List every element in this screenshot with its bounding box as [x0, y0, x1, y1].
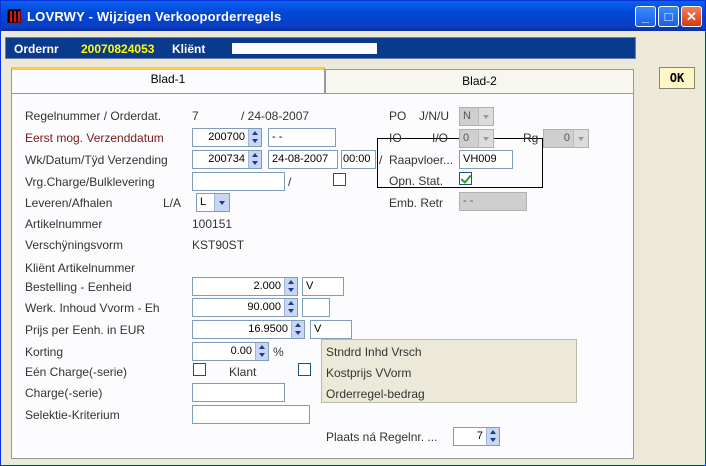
korting-label: Korting [25, 345, 64, 359]
orderdat-value: / 24-08-2007 [241, 109, 310, 123]
ok-button[interactable]: OK [659, 67, 695, 89]
totals-info-box: Stndrd Inhd Vrsch Kostprijs VVorm Orderr… [321, 339, 577, 403]
io-select[interactable]: 0 [459, 129, 494, 148]
vrg-charge-label: Vrg.Charge/Bulklevering [25, 175, 155, 189]
emb-retr-label: Emb. Retr [389, 196, 444, 210]
wk-time-input[interactable]: 00:00 [341, 150, 376, 169]
charge-serie-label: Charge(-serie) [25, 386, 103, 400]
po-select[interactable]: N [459, 107, 494, 126]
close-button[interactable]: ✕ [681, 6, 702, 27]
prijs-label: Prijs per Eenh. in EUR [25, 323, 146, 337]
spinner-icon[interactable] [255, 343, 268, 360]
werk-inhoud-unit-input[interactable] [302, 298, 330, 317]
selektie-input[interactable] [192, 405, 310, 424]
order-number-value: 20070824053 [81, 42, 155, 56]
title-bar[interactable]: LOVRWY - Wijzigen Verkooporderregels _ □… [1, 1, 705, 31]
artikelnummer-value: 100151 [192, 217, 233, 231]
rg-select[interactable]: 0 [543, 129, 589, 148]
bestelling-label: Bestelling - Eenheid [25, 280, 132, 294]
opn-stat-label: Opn. Stat. [389, 174, 444, 188]
bestelling-unit-input[interactable]: V [302, 277, 344, 296]
klant-checkbox[interactable] [298, 363, 311, 376]
leveren-afhalen-label: Leveren/Afhalen [25, 196, 113, 210]
prijs-unit-input[interactable]: V [310, 320, 352, 339]
een-charge-checkbox[interactable] [193, 363, 206, 376]
kostprijs-label: Kostprijs VVorm [326, 366, 412, 380]
spinner-icon[interactable] [248, 151, 261, 168]
chevron-down-icon[interactable] [478, 130, 493, 147]
werk-inhoud-input[interactable]: 90.000 [192, 298, 298, 317]
window-title: LOVRWY - Wijzigen Verkooporderregels [27, 9, 282, 24]
emb-retr-field: - - [459, 192, 527, 211]
tab-blad-1[interactable]: Blad-1 [11, 67, 325, 93]
app-window: LOVRWY - Wijzigen Verkooporderregels _ □… [0, 0, 706, 466]
regelnummer-value: 7 [192, 109, 199, 123]
la-select[interactable]: L [196, 193, 230, 212]
korting-input[interactable]: 0.00 [192, 342, 269, 361]
eerst-mog-date-input[interactable]: - - [268, 128, 336, 147]
io-label: IO [389, 131, 402, 145]
tab-blad-2[interactable]: Blad-2 [325, 69, 634, 93]
spinner-icon[interactable] [284, 278, 297, 295]
klant-label: Klant [229, 365, 257, 379]
app-logo-icon [7, 9, 21, 23]
la-label: L/A [163, 196, 182, 210]
artikelnummer-label: Artikelnummer [25, 217, 103, 231]
een-charge-label: Eén Charge(-serie) [25, 365, 128, 379]
order-header: Ordernr 20070824053 Kliënt [5, 37, 636, 59]
klient-artikel-label: Kliënt Artikelnummer [25, 261, 136, 275]
rg-label: Rg [523, 131, 539, 145]
client-label: Kliënt [172, 42, 206, 56]
wk-datum-label: Wk/Datum/Tÿd Verzending [25, 153, 168, 167]
regelnummer-label: Regelnummer / Orderdat. [25, 109, 162, 123]
korting-percent: % [273, 345, 284, 359]
io-slash-label: I/O [432, 131, 449, 145]
vrg-slash: / [288, 175, 292, 189]
prijs-input[interactable]: 16.9500 [192, 320, 305, 339]
chevron-down-icon[interactable] [573, 130, 588, 147]
po-label: PO [389, 109, 407, 123]
stndrd-inhd-label: Stndrd Inhd Vrsch [326, 345, 422, 359]
eerst-mog-label: Eerst mog. Verzenddatum [25, 131, 164, 145]
werk-inhoud-label: Werk. Inhoud Vvorm - Eh [25, 301, 160, 315]
chevron-down-icon[interactable] [214, 194, 229, 211]
orderregel-bedrag-label: Orderregel-bedrag [326, 387, 425, 401]
spinner-icon[interactable] [486, 428, 499, 445]
maximize-button[interactable]: □ [658, 6, 679, 27]
wk-date-input[interactable]: 24-08-2007 [268, 150, 338, 169]
verschijningsvorm-value: KST90ST [192, 238, 245, 252]
plaats-label: Plaats ná Regelnr. ... [326, 430, 438, 444]
raapvloer-input[interactable]: VH009 [459, 150, 513, 169]
spinner-icon[interactable] [248, 129, 261, 146]
vrg-charge-input[interactable] [192, 172, 285, 191]
wk-week-input[interactable]: 200734 [192, 150, 262, 169]
bestelling-input[interactable]: 2.000 [192, 277, 298, 296]
chevron-down-icon[interactable] [478, 108, 493, 125]
client-field [232, 43, 377, 54]
selektie-label: Selektie-Kriterium [25, 408, 120, 422]
plaats-input[interactable]: 7 [453, 427, 500, 446]
spinner-icon[interactable] [291, 321, 304, 338]
order-number-label: Ordernr [14, 42, 59, 56]
spinner-icon[interactable] [284, 299, 297, 316]
bulklevering-checkbox[interactable] [333, 173, 346, 186]
jnu-label: J/N/U [419, 109, 449, 123]
charge-serie-input[interactable] [192, 383, 285, 402]
raapvloer-label: Raapvloer... [389, 153, 454, 167]
verschijningsvorm-label: Verschÿningsvorm [25, 238, 124, 252]
opn-stat-checkbox[interactable] [459, 172, 472, 185]
eerst-mog-week-input[interactable]: 200700 [192, 128, 262, 147]
minimize-button[interactable]: _ [635, 6, 656, 27]
